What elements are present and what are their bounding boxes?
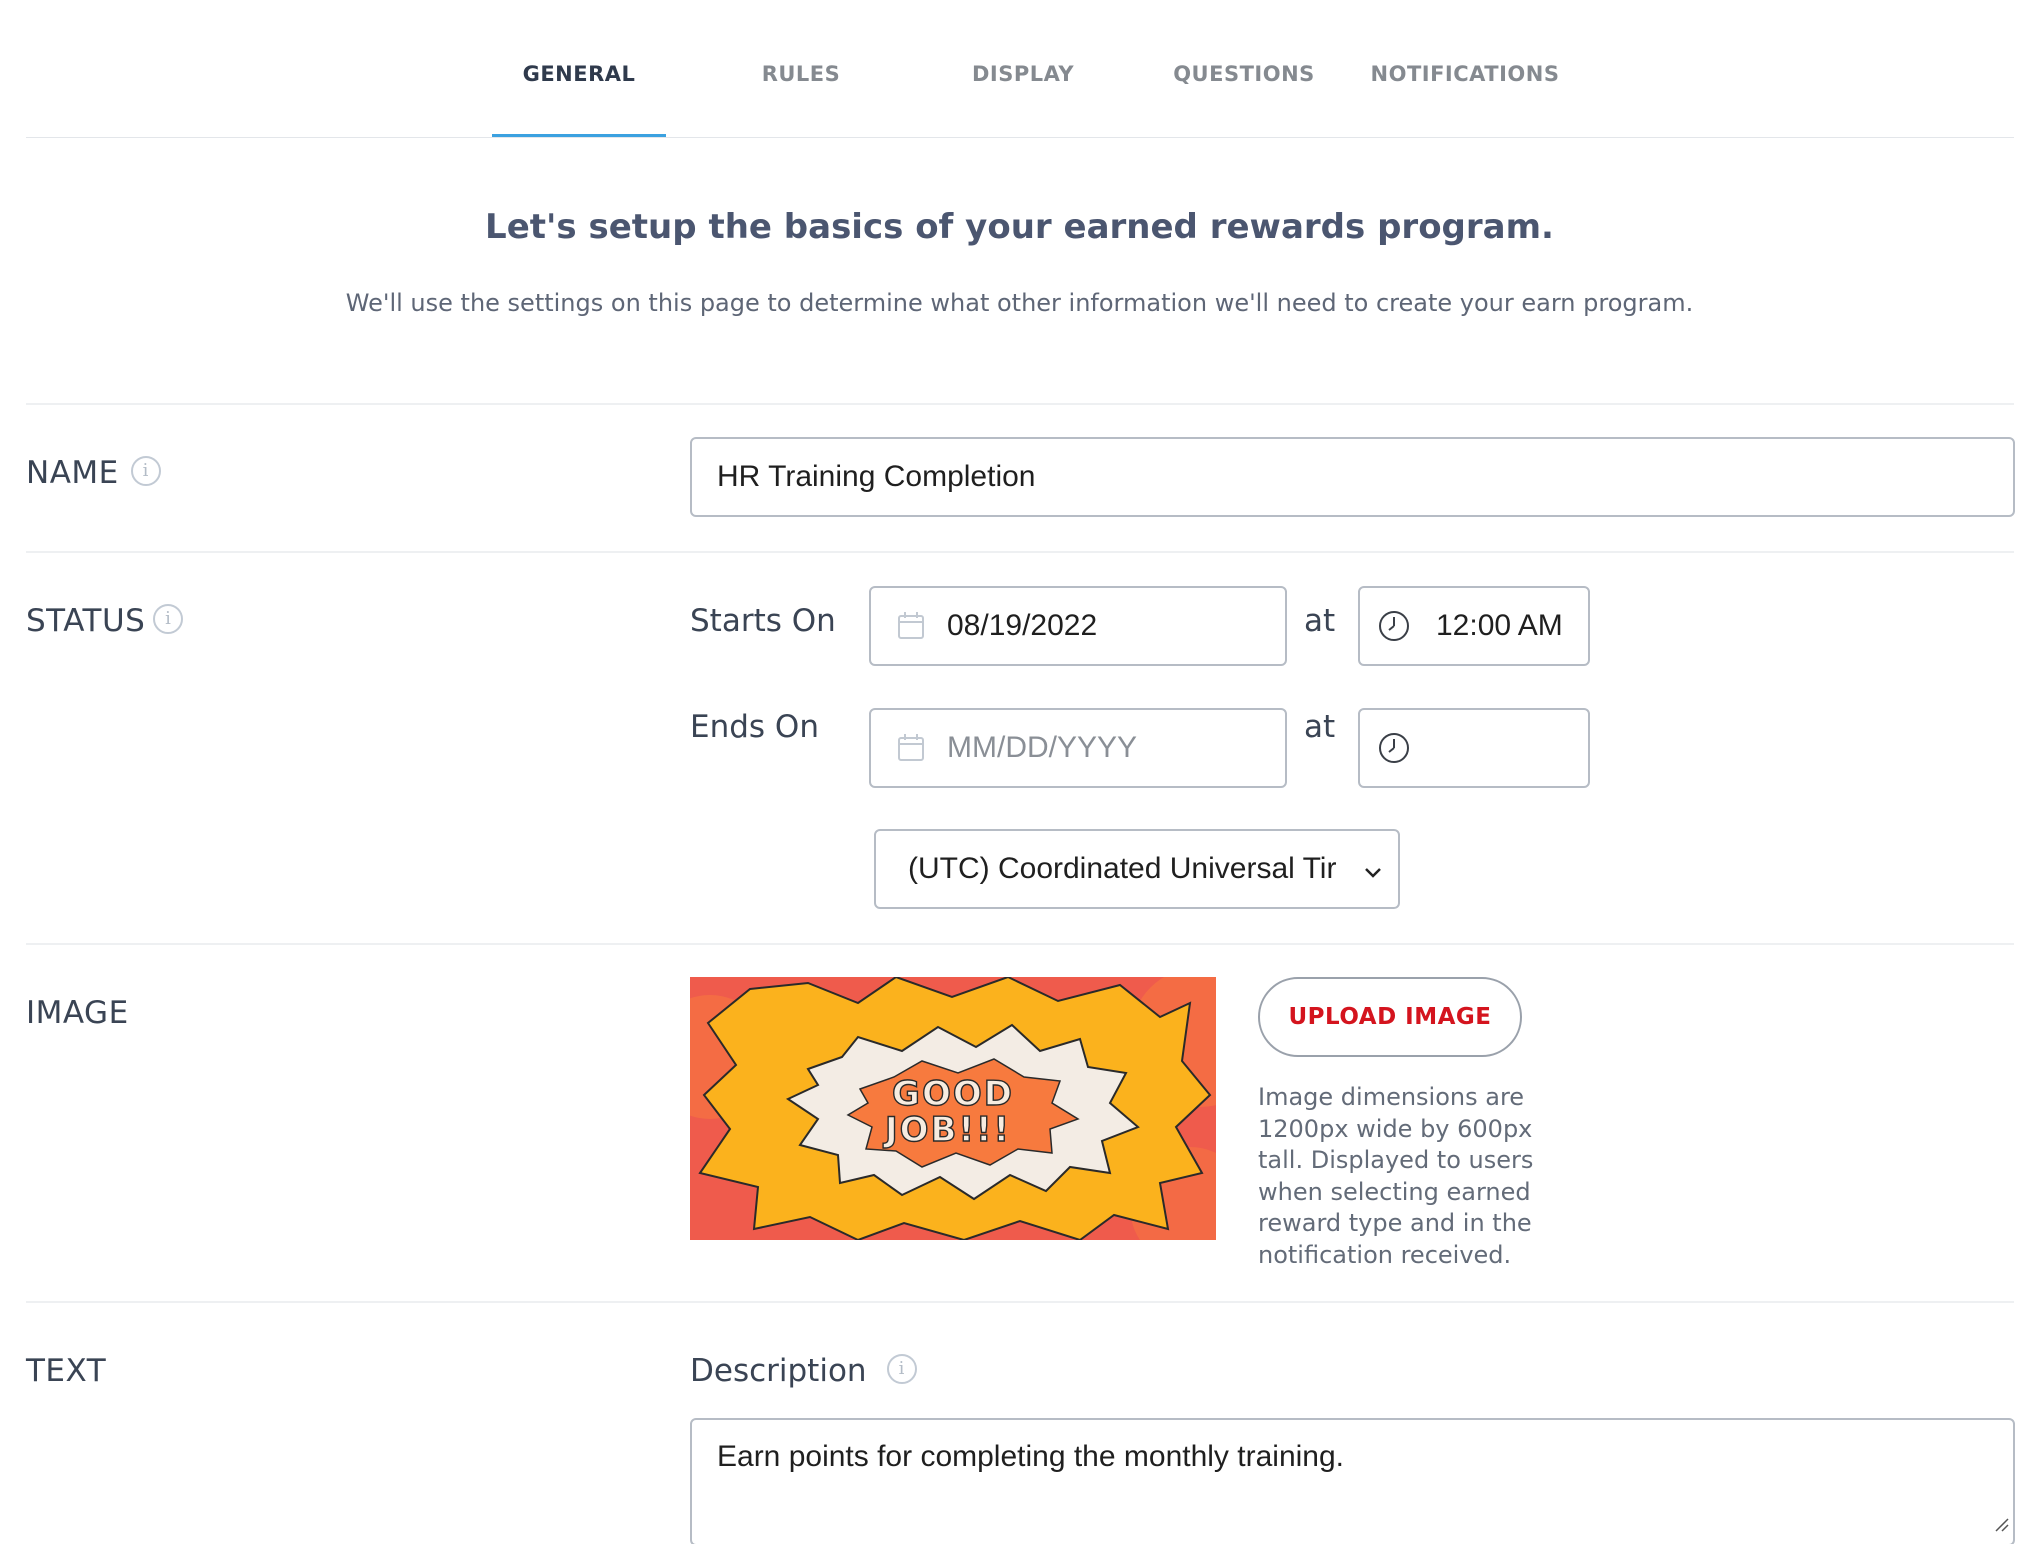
info-icon[interactable]: i — [886, 1353, 917, 1384]
end-time-input[interactable] — [1358, 708, 1590, 788]
end-date-placeholder: MM/DD/YYYY — [947, 731, 1138, 764]
info-icon[interactable]: i — [130, 455, 161, 486]
ends-at-label: at — [1304, 709, 1336, 745]
tab-questions[interactable]: QUESTIONS — [1154, 62, 1334, 86]
section-divider — [26, 943, 2014, 945]
info-icon[interactable]: i — [153, 603, 184, 634]
start-date-value: 08/19/2022 — [947, 609, 1098, 642]
name-input[interactable]: HR Training Completion — [690, 437, 2015, 517]
tab-notifications[interactable]: NOTIFICATIONS — [1352, 62, 1578, 86]
start-time-value: 12:00 AM — [1436, 609, 1563, 642]
section-divider — [26, 551, 2014, 553]
text-section-label: TEXT — [26, 1353, 107, 1389]
tab-display[interactable]: DISPLAY — [946, 62, 1100, 86]
section-divider — [26, 1301, 2014, 1303]
image-text-good: GOOD — [892, 1074, 1014, 1114]
ends-on-label: Ends On — [690, 709, 819, 745]
status-label-text: STATUS — [26, 603, 146, 639]
resize-handle-icon[interactable] — [1993, 1506, 2009, 1540]
tab-general[interactable]: GENERAL — [506, 62, 652, 86]
upload-image-button[interactable]: UPLOAD IMAGE — [1258, 977, 1522, 1057]
chevron-down-icon — [1362, 857, 1384, 891]
starts-on-label: Starts On — [690, 603, 836, 639]
section-divider — [26, 403, 2014, 405]
calendar-icon — [897, 611, 925, 641]
clock-icon — [1378, 610, 1410, 642]
clock-icon — [1378, 732, 1410, 764]
name-label-text: NAME — [26, 455, 119, 491]
timezone-select[interactable]: (UTC) Coordinated Universal Tir — [874, 829, 1400, 909]
image-text-job: JOB!!! — [883, 1110, 1011, 1150]
start-date-input[interactable]: 08/19/2022 — [869, 586, 1287, 666]
end-date-input[interactable]: MM/DD/YYYY — [869, 708, 1287, 788]
tab-rules[interactable]: RULES — [726, 62, 876, 86]
starts-at-label: at — [1304, 603, 1336, 639]
name-section-label: NAME i — [26, 455, 161, 491]
image-section-label: IMAGE — [26, 995, 129, 1031]
name-input-value: HR Training Completion — [717, 460, 1036, 493]
description-label: Description i — [690, 1353, 917, 1389]
reward-image: GOOD JOB!!! — [690, 977, 1216, 1240]
description-textarea[interactable]: Earn points for completing the monthly t… — [690, 1418, 2015, 1544]
page-subtitle: We'll use the settings on this page to d… — [345, 289, 1694, 317]
description-value: Earn points for completing the monthly t… — [717, 1440, 1344, 1473]
good-job-burst-graphic: GOOD JOB!!! — [690, 977, 1216, 1240]
description-label-text: Description — [690, 1353, 867, 1389]
tab-bar: GENERAL RULES DISPLAY QUESTIONS NOTIFICA… — [26, 0, 2014, 138]
page-title: Let's setup the basics of your earned re… — [485, 207, 1554, 247]
active-tab-indicator — [492, 134, 666, 137]
status-section-label: STATUS i — [26, 603, 184, 639]
image-help-text: Image dimensions are 1200px wide by 600p… — [1258, 1083, 1534, 1269]
start-time-input[interactable]: 12:00 AM — [1358, 586, 1590, 666]
calendar-icon — [897, 733, 925, 763]
timezone-value: (UTC) Coordinated Universal Tir — [908, 852, 1337, 885]
